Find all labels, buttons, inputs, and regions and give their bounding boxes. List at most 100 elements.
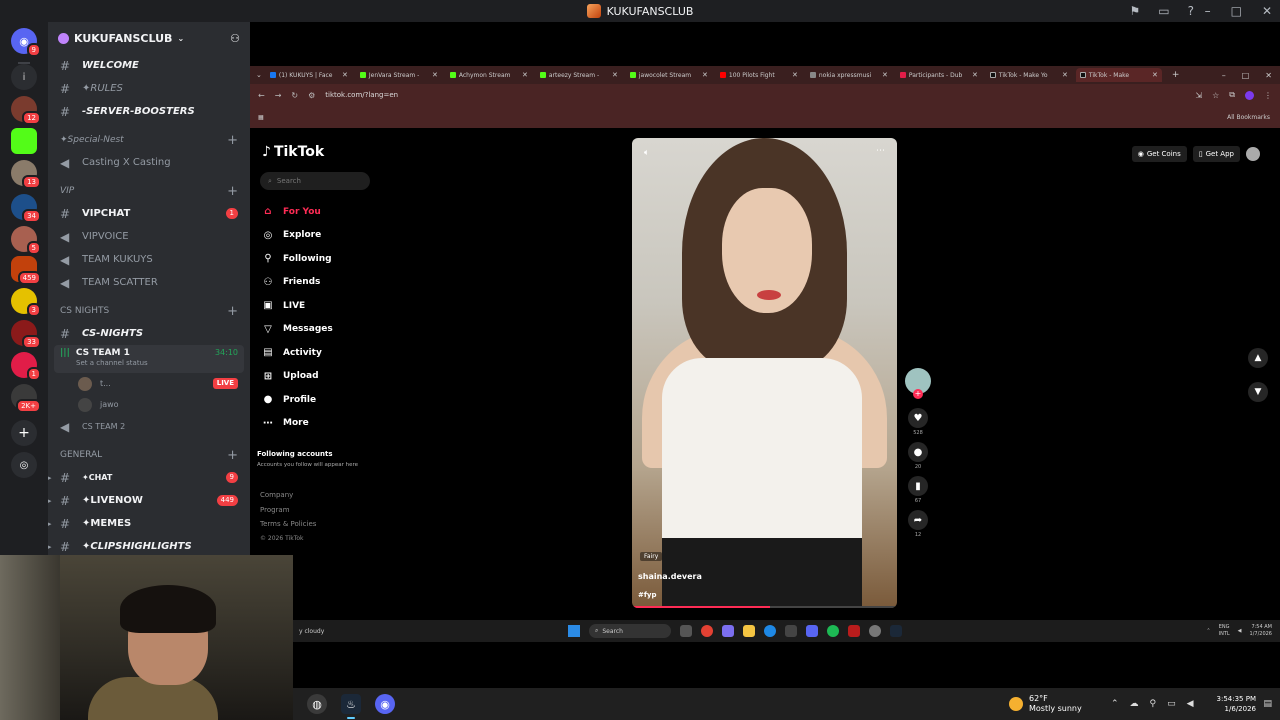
- close-tab-icon[interactable]: ✕: [972, 71, 978, 79]
- channel-cs-team-2[interactable]: ◀ CS TEAM 2: [48, 415, 250, 438]
- weather-widget[interactable]: 62°F Mostly sunny: [1009, 694, 1082, 714]
- channel-cs-nights[interactable]: # CS-NIGHTS: [48, 322, 250, 345]
- close-tab-icon[interactable]: ✕: [1152, 71, 1158, 79]
- browser-tab[interactable]: arteezy Stream - ✕: [536, 68, 622, 82]
- channel-status[interactable]: Set a channel status: [60, 359, 244, 367]
- browser-tab[interactable]: jawocolet Stream ✕: [626, 68, 712, 82]
- maximize-button[interactable]: □: [1242, 71, 1250, 80]
- close-tab-icon[interactable]: ✕: [342, 71, 348, 79]
- share-action[interactable]: ➦ 12: [905, 510, 931, 538]
- minimize-button[interactable]: –: [1222, 71, 1226, 80]
- save-action[interactable]: ▮ 67: [905, 476, 931, 504]
- close-tab-icon[interactable]: ✕: [1062, 71, 1068, 79]
- follow-plus-icon[interactable]: +: [913, 389, 923, 399]
- category-vip[interactable]: VIP +: [48, 180, 250, 202]
- category-general[interactable]: GENERAL +: [48, 444, 250, 466]
- video-hashtag[interactable]: #fyp: [638, 591, 656, 599]
- nav-following[interactable]: ⚲ Following: [262, 247, 333, 271]
- kukufansclub-server-icon[interactable]: 459: [11, 256, 41, 285]
- browser-tab[interactable]: nokia xpressmusi ✕: [806, 68, 892, 82]
- nav-upload[interactable]: ⊞ Upload: [262, 365, 333, 389]
- nav-messages[interactable]: ▽ Messages: [262, 318, 333, 342]
- voice-user[interactable]: jawo: [48, 394, 250, 415]
- comment-action[interactable]: ● 20: [905, 442, 931, 470]
- video-author[interactable]: shaina.devera: [638, 572, 702, 581]
- footer-link[interactable]: Program: [260, 503, 316, 518]
- close-tab-icon[interactable]: ✕: [432, 71, 438, 79]
- kick-server-icon[interactable]: [11, 128, 37, 154]
- taskbar-clock[interactable]: 3:54:35 PM 1/6/2026: [1217, 694, 1256, 714]
- footer-link[interactable]: Terms & Policies: [260, 517, 316, 532]
- browser-tab[interactable]: 100 Pilots Fight ✕: [716, 68, 802, 82]
- add-channel-icon[interactable]: +: [227, 448, 238, 463]
- add-channel-icon[interactable]: +: [227, 133, 238, 148]
- channel-rules[interactable]: # ✦RULES: [48, 77, 250, 100]
- channel-chat[interactable]: ▸ # ✦CHAT 9: [48, 466, 250, 489]
- nav-activity[interactable]: ▤ Activity: [262, 341, 333, 365]
- reload-icon[interactable]: ↻: [291, 91, 298, 100]
- steam-taskbar-icon[interactable]: ♨: [341, 694, 361, 719]
- search-input[interactable]: ⌕ Search: [260, 172, 370, 190]
- profile-avatar[interactable]: [1245, 90, 1254, 100]
- tiktok-logo[interactable]: ♪ TikTok: [262, 144, 324, 160]
- all-bookmarks[interactable]: All Bookmarks: [1227, 114, 1280, 121]
- install-icon[interactable]: ⇲: [1195, 91, 1202, 100]
- server-icon[interactable]: 34: [11, 194, 41, 223]
- server-icon[interactable]: 33: [11, 320, 41, 349]
- discover-icon[interactable]: ◎: [11, 452, 37, 478]
- video-progress-bar[interactable]: [632, 606, 897, 608]
- close-button[interactable]: ✕: [1262, 4, 1272, 18]
- microphone-icon[interactable]: ⚲: [1150, 699, 1157, 709]
- previous-video-button[interactable]: ▲: [1248, 348, 1268, 368]
- browser-tab[interactable]: JenVara Stream - ✕: [356, 68, 442, 82]
- nav-friends[interactable]: ⚇ Friends: [262, 271, 333, 295]
- category-special-nest[interactable]: ✦Special-Nest +: [48, 129, 250, 151]
- voice-user[interactable]: t... LIVE: [48, 373, 250, 394]
- menu-icon[interactable]: ⋮: [1264, 91, 1272, 100]
- nav-live[interactable]: ▣ LIVE: [262, 294, 333, 318]
- chrome-taskbar-icon[interactable]: ◍: [307, 694, 327, 714]
- channel-vipchat[interactable]: # VIPCHAT 1: [48, 202, 250, 225]
- notification-icon[interactable]: ▤: [1263, 699, 1272, 709]
- get-app-button[interactable]: ▯ Get App: [1192, 146, 1240, 162]
- network-icon[interactable]: ▭: [1167, 699, 1176, 709]
- footer-link[interactable]: Company: [260, 488, 316, 503]
- help-icon[interactable]: ?: [1188, 4, 1194, 18]
- channel-vipvoice[interactable]: ◀ VIPVOICE: [48, 225, 250, 248]
- channel-memes[interactable]: ▸ # ✦MEMES: [48, 512, 250, 535]
- browser-tab[interactable]: (1) KUKUYS | Face ✕: [266, 68, 352, 82]
- server-icon[interactable]: 13: [11, 160, 41, 189]
- add-server-icon[interactable]: +: [11, 420, 37, 446]
- bookmark-star-icon[interactable]: ☆: [1212, 91, 1219, 100]
- extensions-icon[interactable]: ⧉: [1229, 90, 1235, 100]
- channel-clips-highlights[interactable]: ▸ # ✦CLIPSHIGHLIGHTS: [48, 535, 250, 555]
- server-icon[interactable]: 1: [11, 352, 41, 381]
- close-tab-icon[interactable]: ✕: [612, 71, 618, 79]
- channel-livenow[interactable]: ▸ # ✦LIVENOW 449: [48, 489, 250, 512]
- nav-more[interactable]: ⋯ More: [262, 412, 333, 436]
- discord-home-icon[interactable]: ◉ 9: [11, 28, 41, 57]
- volume-icon[interactable]: ◀: [1187, 699, 1194, 709]
- onedrive-icon[interactable]: ☁: [1130, 699, 1139, 709]
- server-icon[interactable]: 2K+: [11, 384, 41, 413]
- browser-tab[interactable]: Achymon Stream ✕: [446, 68, 532, 82]
- apps-icon[interactable]: ▦: [258, 114, 264, 121]
- like-action[interactable]: ♥ 528: [905, 408, 931, 436]
- channel-casting[interactable]: ◀ Casting X Casting: [48, 151, 250, 174]
- nav-profile[interactable]: ● Profile: [262, 388, 333, 412]
- server-icon[interactable]: 3: [11, 288, 41, 317]
- inbox-icon[interactable]: ▭: [1158, 4, 1169, 18]
- minimize-button[interactable]: –: [1205, 4, 1211, 18]
- tab-search-icon[interactable]: ⌄: [256, 71, 262, 79]
- volume-icon[interactable]: 🔈︎: [644, 148, 649, 158]
- server-icon-dm[interactable]: i: [11, 64, 37, 90]
- nav-for-you[interactable]: ⌂ For You: [262, 200, 333, 224]
- video-player[interactable]: 🔈︎ ⋯ Fairy shaina.devera #fyp: [632, 138, 897, 608]
- discord-taskbar-icon[interactable]: ◉: [375, 694, 395, 714]
- user-avatar[interactable]: [1246, 147, 1260, 161]
- close-button[interactable]: ✕: [1265, 71, 1272, 80]
- browser-tab[interactable]: TikTok - Make Yo ✕: [986, 68, 1072, 82]
- server-header[interactable]: KUKUFANSCLUB ⌄ ⚇: [48, 22, 250, 54]
- browser-tab-active[interactable]: TikTok - Make ✕: [1075, 68, 1162, 82]
- add-channel-icon[interactable]: +: [227, 184, 238, 199]
